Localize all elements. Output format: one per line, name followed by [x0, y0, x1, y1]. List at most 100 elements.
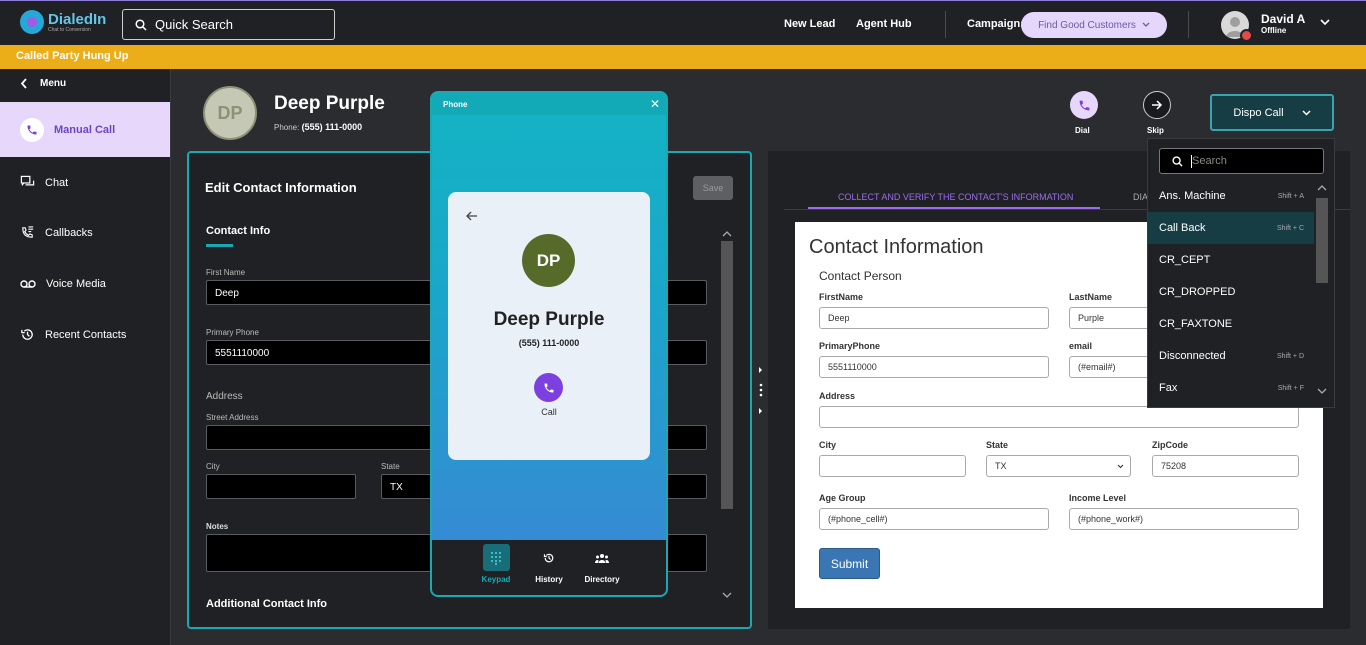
phone-icon — [544, 383, 553, 392]
state-label: State — [986, 440, 1009, 450]
campaign-select[interactable]: Find Good Customers — [1021, 12, 1167, 38]
phone-contact-name: Deep Purple — [493, 309, 605, 330]
dispo-option-shortcut: Shift + D — [1276, 352, 1304, 360]
city-label: City — [206, 462, 220, 471]
chat-icon — [20, 175, 35, 186]
firstname-input[interactable]: Deep — [819, 307, 1049, 329]
form-title: Contact Information — [809, 236, 984, 258]
voicemail-icon — [20, 279, 36, 288]
dispo-search-input[interactable]: Search — [1159, 148, 1324, 174]
lastname-label: LastName — [1069, 292, 1113, 302]
menu-label: Menu — [40, 78, 67, 89]
sidebar-item-label: Recent Contacts — [45, 328, 127, 341]
scroll-down-icon — [722, 592, 732, 598]
dispo-dropdown: Search Ans. Machine Shift + A Call Back … — [1147, 138, 1335, 408]
agent-hub-link[interactable]: Agent Hub — [856, 18, 912, 30]
panel-resize-handle[interactable] — [756, 362, 766, 414]
sidebar-item-callbacks[interactable]: Callbacks — [0, 205, 170, 260]
email-label: email — [1069, 341, 1093, 351]
user-menu-chevron-icon[interactable] — [1320, 18, 1330, 26]
scroll-down-icon — [1317, 388, 1327, 394]
tab-directory[interactable]: Directory — [577, 544, 627, 584]
sidebar-item-manual-call[interactable]: Manual Call — [0, 102, 170, 157]
quick-search-input[interactable]: Quick Search — [122, 9, 335, 40]
age-group-label: Age Group — [819, 493, 866, 503]
city-input[interactable] — [819, 455, 966, 477]
skip-button[interactable] — [1143, 91, 1171, 119]
user-name[interactable]: David A — [1261, 12, 1305, 26]
dispo-option[interactable]: Disconnected Shift + D — [1148, 340, 1314, 372]
additional-contact-info-heading: Additional Contact Info — [206, 598, 327, 608]
save-button[interactable]: Save — [693, 176, 733, 200]
tab-dial[interactable]: DIA — [1133, 192, 1148, 202]
call-button[interactable] — [534, 373, 563, 402]
close-icon[interactable]: ✕ — [650, 97, 660, 111]
tab-underline — [206, 244, 233, 247]
income-level-label: Income Level — [1069, 493, 1127, 503]
dial-button[interactable] — [1070, 91, 1098, 119]
logo[interactable]: DialedIn Chat to Conversion — [20, 10, 106, 34]
sidebar-item-chat[interactable]: Chat — [0, 155, 170, 210]
skip-label: Skip — [1147, 126, 1164, 135]
primary-phone-input[interactable]: 5551110000 — [819, 356, 1049, 378]
new-lead-link[interactable]: New Lead — [784, 18, 835, 30]
phone-widget-footer: Keypad History Directory — [432, 540, 666, 595]
quick-search-placeholder: Quick Search — [155, 17, 234, 32]
tab-keypad[interactable]: Keypad — [471, 544, 521, 584]
call-label: Call — [541, 407, 557, 417]
keypad-icon — [482, 544, 510, 571]
sidebar-item-label: Voice Media — [46, 277, 106, 290]
dispo-call-label: Dispo Call — [1233, 106, 1284, 119]
tab-contact-info[interactable]: Contact Info — [206, 225, 270, 237]
primary-phone-label: PrimaryPhone — [819, 341, 881, 351]
tab-history[interactable]: History — [524, 544, 574, 584]
contact-phone-label: Phone: — [274, 123, 300, 132]
sidebar-item-label: Chat — [45, 176, 69, 189]
dispo-option-label: CR_DROPPED — [1159, 286, 1236, 298]
income-level-input[interactable]: (#phone_work#) — [1069, 508, 1299, 530]
tab-label: Directory — [584, 575, 620, 584]
scrollbar-thumb[interactable] — [721, 241, 733, 509]
submit-button[interactable]: Submit — [819, 548, 880, 579]
sidebar-item-voice-media[interactable]: Voice Media — [0, 256, 170, 311]
contact-avatar: DP — [203, 86, 257, 140]
scroll-up-icon — [1317, 185, 1327, 191]
tab-collect-verify[interactable]: COLLECT AND VERIFY THE CONTACT'S INFORMA… — [838, 192, 1073, 202]
state-select[interactable]: TX — [986, 455, 1131, 477]
dispo-option[interactable]: CR_CEPT — [1148, 244, 1314, 276]
chevron-down-icon — [1142, 22, 1150, 27]
phone-widget: Phone ✕ DP Deep Purple (555) 111-0000 Ca… — [430, 91, 668, 597]
back-arrow-icon[interactable] — [466, 211, 478, 221]
divider — [945, 11, 946, 38]
zipcode-input[interactable]: 75208 — [1152, 455, 1299, 477]
address-input[interactable] — [819, 406, 1299, 428]
divider — [1188, 11, 1189, 38]
sidebar-item-recent-contacts[interactable]: Recent Contacts — [0, 307, 170, 362]
scrollbar[interactable] — [1314, 181, 1334, 401]
zipcode-label: ZipCode — [1152, 440, 1188, 450]
city-field[interactable] — [206, 474, 356, 499]
sidebar-item-label: Callbacks — [45, 226, 93, 239]
menu-toggle[interactable]: Menu — [20, 78, 66, 89]
callback-icon — [22, 226, 34, 238]
campaign-label: Campaign: — [967, 18, 1024, 30]
arrow-left-icon — [20, 78, 27, 89]
phone-contact-card: DP Deep Purple (555) 111-0000 Call — [448, 192, 650, 460]
dispo-option-selected[interactable]: Call Back Shift + C — [1148, 212, 1314, 244]
offline-status-icon — [1240, 29, 1253, 42]
dispo-option[interactable]: CR_DROPPED — [1148, 276, 1314, 308]
top-bar: DialedIn Chat to Conversion Quick Search… — [0, 0, 1366, 45]
dispo-option[interactable]: Fax Shift + F — [1148, 372, 1314, 404]
phone-icon — [1079, 100, 1089, 110]
dispo-option[interactable]: Ans. Machine Shift + A — [1148, 180, 1314, 212]
scrollbar-thumb[interactable] — [1316, 198, 1328, 283]
dispo-call-button[interactable]: Dispo Call — [1210, 94, 1334, 131]
dial-label: Dial — [1075, 126, 1090, 135]
age-group-input[interactable]: (#phone_cell#) — [819, 508, 1049, 530]
dispo-option-shortcut: Shift + A — [1277, 192, 1304, 200]
scrollbar[interactable] — [719, 228, 735, 603]
dispo-option-label: Disconnected — [1159, 350, 1226, 362]
phone-icon — [20, 117, 44, 142]
state-label: State — [381, 462, 400, 471]
dispo-option[interactable]: CR_FAXTONE — [1148, 308, 1314, 340]
